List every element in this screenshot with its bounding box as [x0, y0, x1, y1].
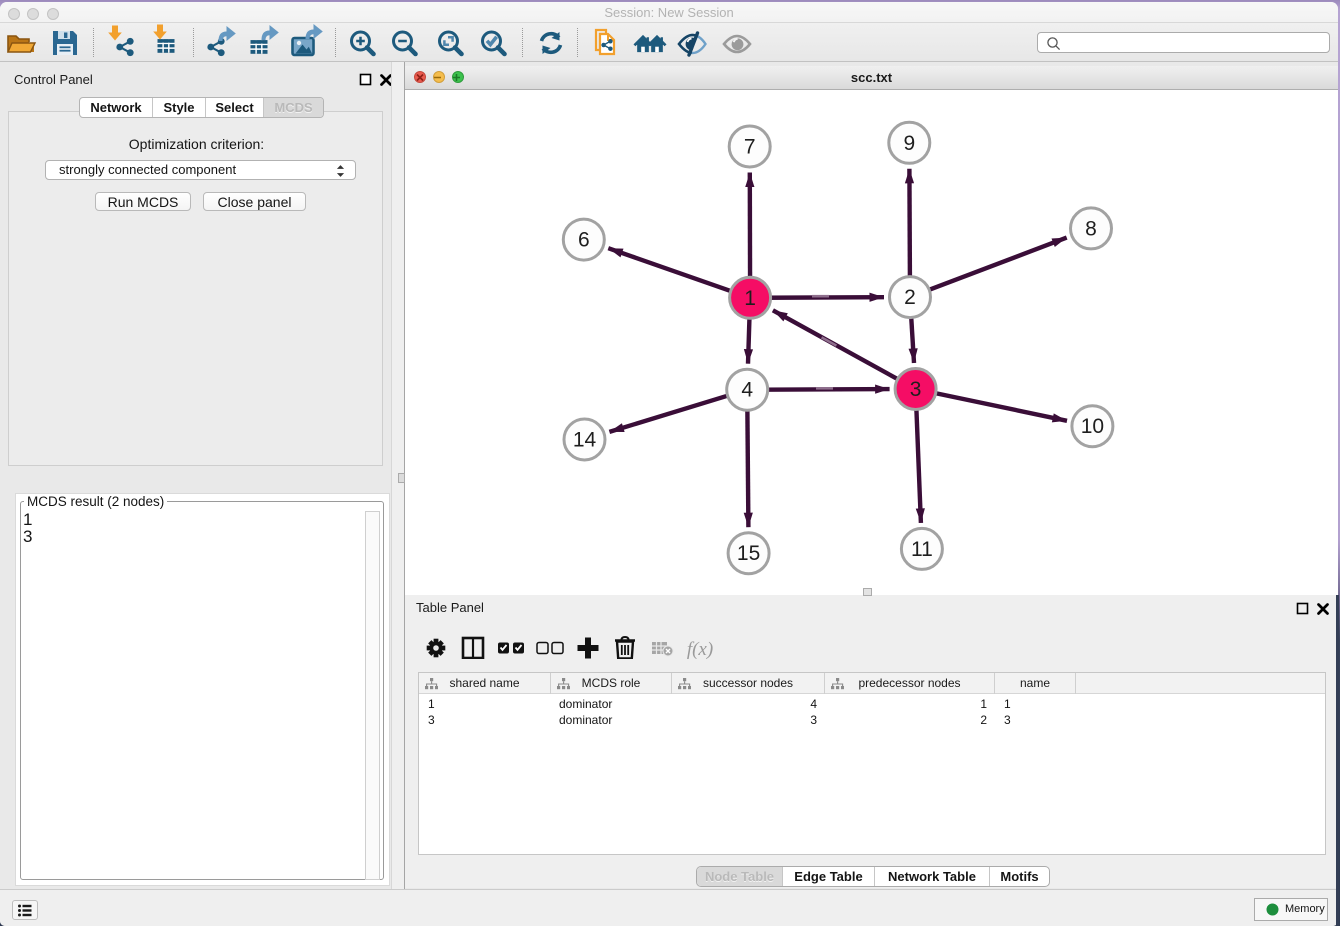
svg-text:3: 3 [910, 378, 922, 401]
svg-text:1: 1 [744, 287, 756, 310]
svg-text:8: 8 [1085, 217, 1097, 240]
svg-text:10: 10 [1081, 415, 1104, 438]
svg-text:6: 6 [578, 229, 590, 252]
svg-text:4: 4 [741, 379, 753, 402]
svg-text:11: 11 [911, 538, 933, 561]
svg-text:7: 7 [744, 136, 756, 159]
svg-text:15: 15 [737, 542, 760, 565]
svg-text:14: 14 [573, 429, 597, 452]
svg-text:f(x): f(x) [687, 639, 713, 659]
svg-text:9: 9 [903, 132, 915, 155]
svg-text:2: 2 [904, 286, 916, 309]
